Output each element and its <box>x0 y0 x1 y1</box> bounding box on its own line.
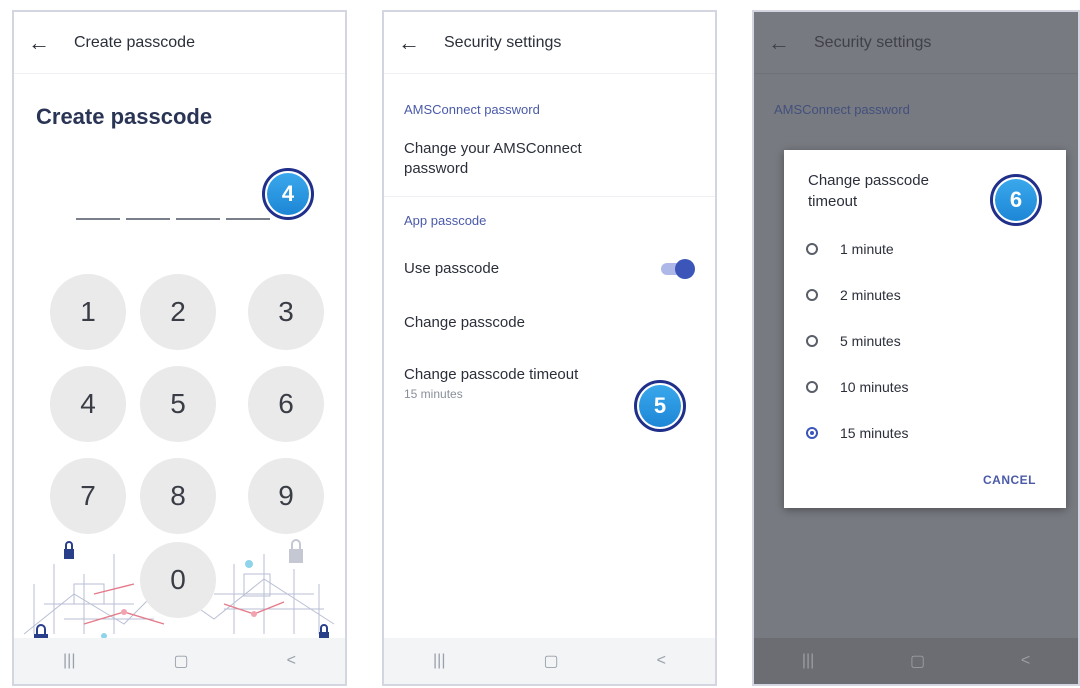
step-badge-6: 6 <box>990 174 1042 226</box>
page-title: Create passcode <box>36 104 213 129</box>
recent-apps-icon[interactable]: ||| <box>63 652 75 670</box>
option-label: 5 minutes <box>840 333 901 349</box>
option-label: 10 minutes <box>840 379 909 395</box>
use-passcode-toggle[interactable] <box>661 258 695 279</box>
key-7[interactable]: 7 <box>50 458 126 534</box>
section-header-password: AMSConnect password <box>774 102 910 117</box>
option-1-minute[interactable]: 1 minute <box>806 226 1066 272</box>
back-nav-icon[interactable]: < <box>1021 652 1030 670</box>
key-4[interactable]: 4 <box>50 366 126 442</box>
change-password-item[interactable]: Change your AMSConnect password <box>404 139 644 180</box>
padlock-icon <box>289 539 303 563</box>
step-number: 5 <box>639 385 681 427</box>
dialog-title: Change passcode timeout <box>808 172 929 210</box>
key-9[interactable]: 9 <box>248 458 324 534</box>
key-6[interactable]: 6 <box>248 366 324 442</box>
back-nav-icon[interactable]: < <box>657 652 666 670</box>
option-label: 2 minutes <box>840 287 901 303</box>
passcode-timeout-label: Change passcode timeout <box>404 365 579 383</box>
back-arrow-icon[interactable]: ← <box>398 31 428 54</box>
back-nav-icon[interactable]: < <box>287 652 296 670</box>
change-passcode-label: Change passcode <box>404 313 525 331</box>
section-header-password: AMSConnect password <box>404 102 540 117</box>
step-number: 6 <box>995 179 1037 221</box>
use-passcode-item[interactable]: Use passcode <box>404 258 695 280</box>
padlock-icon <box>64 541 74 559</box>
toggle-knob <box>675 258 695 279</box>
back-arrow-icon[interactable]: ← <box>28 31 58 54</box>
key-8[interactable]: 8 <box>140 458 216 534</box>
recent-apps-icon[interactable]: ||| <box>802 652 814 670</box>
step-number: 4 <box>267 173 309 215</box>
use-passcode-label: Use passcode <box>404 260 500 277</box>
option-5-minutes[interactable]: 5 minutes <box>806 318 1066 364</box>
radio-button-selected[interactable] <box>806 427 818 439</box>
app-bar-title: Security settings <box>814 33 932 51</box>
home-icon[interactable]: ▢ <box>910 651 925 671</box>
app-bar: ← Security settings <box>754 12 1078 74</box>
option-label: 15 minutes <box>840 425 909 441</box>
key-1[interactable]: 1 <box>50 274 126 350</box>
radio-button[interactable] <box>806 335 818 347</box>
passcode-input[interactable] <box>76 218 276 220</box>
key-0[interactable]: 0 <box>140 542 216 618</box>
change-password-label: Change your AMSConnect password <box>404 140 582 178</box>
app-bar: ← Security settings <box>384 12 715 74</box>
section-header-passcode: App passcode <box>404 212 487 228</box>
app-bar: ← Create passcode <box>14 12 345 74</box>
option-15-minutes[interactable]: 15 minutes <box>806 410 1066 456</box>
divider <box>384 195 715 197</box>
system-nav-bar: ||| ▢ < <box>384 638 715 684</box>
option-2-minutes[interactable]: 2 minutes <box>806 272 1066 318</box>
phone-timeout-dialog: ← Security settings AMSConnect password … <box>752 10 1080 686</box>
cancel-button[interactable]: CANCEL <box>977 472 1042 488</box>
app-bar-title: Create passcode <box>74 33 195 51</box>
system-nav-bar: ||| ▢ < <box>14 638 345 684</box>
step-badge-5: 5 <box>634 380 686 432</box>
radio-button[interactable] <box>806 289 818 301</box>
option-10-minutes[interactable]: 10 minutes <box>806 364 1066 410</box>
back-arrow-icon: ← <box>768 29 790 55</box>
app-bar-title: Security settings <box>444 33 562 51</box>
change-passcode-item[interactable]: Change passcode <box>404 314 695 332</box>
option-label: 1 minute <box>840 241 894 257</box>
radio-button[interactable] <box>806 381 818 393</box>
home-icon[interactable]: ▢ <box>543 651 558 671</box>
radio-button[interactable] <box>806 243 818 255</box>
recent-apps-icon[interactable]: ||| <box>433 652 445 670</box>
home-icon[interactable]: ▢ <box>173 651 188 671</box>
phone-create-passcode: ← Create passcode Create passcode 1 2 3 … <box>12 10 347 686</box>
key-5[interactable]: 5 <box>140 366 216 442</box>
key-2[interactable]: 2 <box>140 274 216 350</box>
phone-security-settings: ← Security settings AMSConnect password … <box>382 10 717 686</box>
system-nav-bar: ||| ▢ < <box>754 638 1078 684</box>
step-badge-4: 4 <box>262 168 314 220</box>
key-3[interactable]: 3 <box>248 274 324 350</box>
